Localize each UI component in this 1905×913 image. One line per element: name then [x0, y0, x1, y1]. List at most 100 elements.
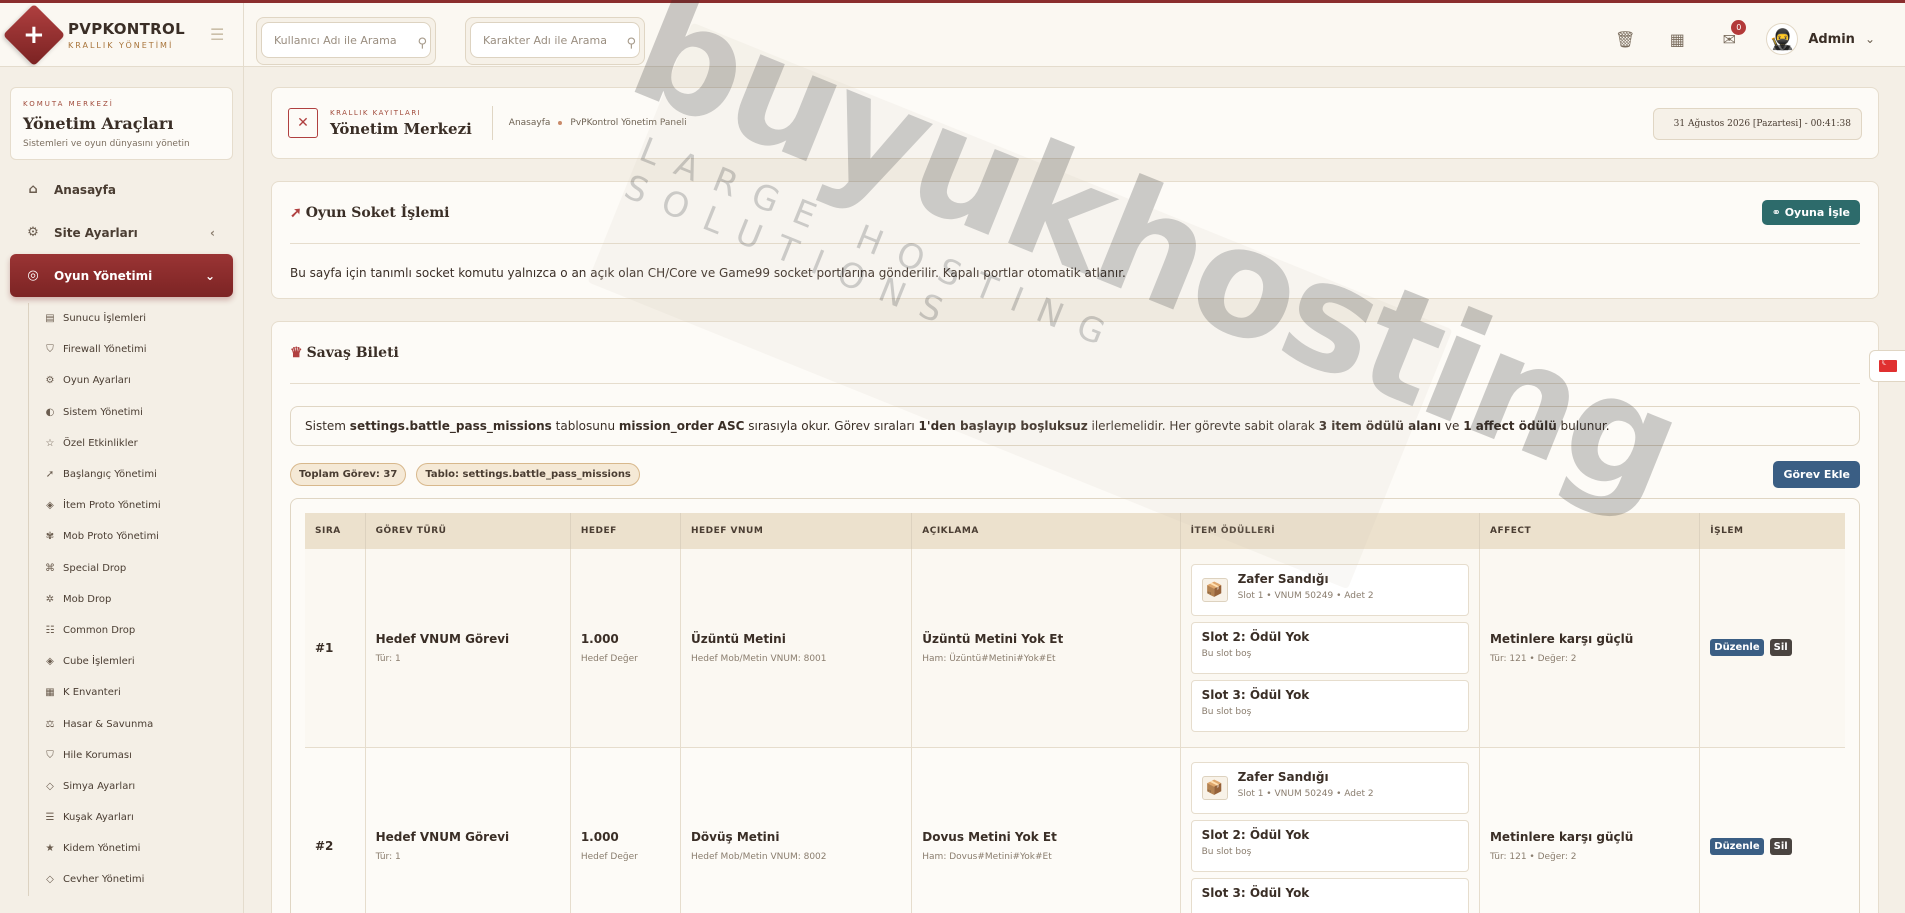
- submenu-item[interactable]: ◈ Cube İşlemleri: [29, 646, 243, 677]
- delete-button[interactable]: Sil: [1769, 639, 1792, 657]
- calendar-icon[interactable]: ▦: [1662, 26, 1692, 52]
- mission-type: Hedef VNUM Görevi: [375, 631, 510, 646]
- server-icon: ▤: [45, 313, 55, 325]
- reward-slot-3: Slot 3: Ödül Yok Bu slot boş: [1190, 679, 1469, 732]
- cogs-icon: ⚙: [45, 375, 55, 387]
- mission-affect: Metinlere karşı güçlü: [1489, 830, 1634, 844]
- breadcrumb-separator: [558, 121, 563, 125]
- avatar[interactable]: 🥷: [1766, 23, 1799, 55]
- rocket-icon: ➚: [45, 469, 55, 481]
- submenu-item[interactable]: ⚙ Oyun Ayarları: [29, 365, 243, 396]
- trophy-icon: ♛: [290, 344, 303, 361]
- submenu-item[interactable]: ◐ Sistem Yönetimi: [29, 397, 243, 428]
- main-content: ✕ KRALLIK KAYITLARI Yönetim Merkezi Anas…: [245, 67, 1905, 913]
- reward-slot-1: 📦 Zafer Sandığı Slot 1 • VNUM 50249 • Adet…: [1190, 563, 1469, 616]
- gem-icon: ◇: [46, 780, 54, 792]
- page-header: ✕ KRALLIK KAYITLARI Yönetim Merkezi Anas…: [271, 87, 1879, 159]
- submenu-item[interactable]: ◇ Cevher Yönetimi: [29, 864, 243, 895]
- breadcrumb-current: PvPKontrol Yönetim Paneli: [570, 118, 687, 128]
- sidebar-card: KOMUTA MERKEZİ Yönetim Araçları Sistemle…: [10, 87, 233, 160]
- search-icon[interactable]: ⚲: [626, 36, 636, 51]
- edit-button[interactable]: Düzenle: [1710, 837, 1764, 855]
- reward-slot-3: Slot 3: Ödül Yok: [1190, 878, 1469, 913]
- total-missions-pill: Toplam Görev: 37: [290, 462, 407, 486]
- submenu-item[interactable]: ⌘ Special Drop: [29, 553, 243, 584]
- toggle-icon: ◐: [45, 406, 55, 418]
- sidebar-nav: ⌂ Anasayfa ⚙ Site Ayarları ‹ ◎ Oyun Yöne…: [0, 168, 243, 896]
- missions-table-wrap: SIRA GÖREV TÜRÜ HEDEF HEDEF VNUM AÇIKLAM…: [290, 498, 1860, 913]
- sidebar-item-label: Anasayfa: [54, 182, 116, 197]
- mission-description: Dovus Metini Yok Et: [922, 830, 1057, 844]
- sidebar-item-home[interactable]: ⌂ Anasayfa: [10, 168, 233, 211]
- gem-icon: ◇: [46, 874, 54, 886]
- mission-target: 1.000: [580, 631, 619, 646]
- submenu-item[interactable]: ◇ Simya Ayarları: [29, 771, 243, 802]
- sidebar-card-kicker: KOMUTA MERKEZİ: [23, 100, 114, 108]
- notification-badge: 0: [1731, 20, 1747, 35]
- column-header: HEDEF VNUM: [680, 513, 913, 549]
- user-name[interactable]: Admin: [1808, 32, 1855, 47]
- mission-type: Hedef VNUM Görevi: [375, 830, 510, 844]
- cube-icon: ◈: [46, 656, 54, 668]
- user-search-input[interactable]: Kullanıcı Adı ile Arama: [261, 22, 431, 58]
- mail-icon[interactable]: ✉ 0: [1714, 20, 1747, 52]
- brand[interactable]: + PVPKONTROL KRALLIK YÖNETİMİ ☰: [0, 3, 244, 67]
- submenu-item[interactable]: ◈ İtem Proto Yönetimi: [29, 490, 243, 521]
- submenu-item[interactable]: ⛉ Firewall Yönetimi: [29, 334, 243, 365]
- language-flag-icon[interactable]: [1869, 350, 1905, 382]
- submenu-item[interactable]: ★ Kidem Yönetimi: [29, 833, 243, 864]
- column-header: HEDEF: [570, 513, 681, 549]
- chest-icon: 📦: [1201, 577, 1228, 602]
- submenu-item[interactable]: ☆ Özel Etkinlikler: [29, 428, 243, 459]
- submenu-item[interactable]: ⚖ Hasar & Savunma: [29, 708, 243, 739]
- submenu-item[interactable]: ➚ Başlangıç Yönetimi: [29, 459, 243, 490]
- table-row: #2 Hedef VNUM Görevi Tür: 1 1.000 Hedef De…: [305, 747, 1845, 913]
- submenu-item[interactable]: ▦ K Envanteri: [29, 677, 243, 708]
- battle-pass-info: Sistem settings.battle_pass_missions tab…: [290, 406, 1860, 446]
- breadcrumb-home[interactable]: Anasayfa: [509, 118, 551, 128]
- socket-panel: ➚ Oyun Soket İşlemi ⚭ Oyuna İşle Bu sayfa…: [271, 181, 1879, 299]
- paw-icon: ✾: [45, 531, 55, 543]
- list-icon: ☷: [45, 624, 55, 636]
- column-header: İTEM ÖDÜLLERİ: [1180, 513, 1480, 549]
- submenu-item[interactable]: ☰ Kuşak Ayarları: [29, 802, 243, 833]
- column-header: SIRA: [305, 513, 366, 549]
- character-search: Karakter Adı ile Arama ⚲: [465, 17, 645, 65]
- table-header: SIRA GÖREV TÜRÜ HEDEF HEDEF VNUM AÇIKLAM…: [305, 513, 1845, 549]
- sidebar: KOMUTA MERKEZİ Yönetim Araçları Sistemle…: [0, 67, 244, 913]
- submenu-item[interactable]: ⛉ Hile Koruması: [29, 740, 243, 771]
- battle-pass-title: ♛ Savaş Bileti: [290, 344, 399, 361]
- process-to-game-button[interactable]: ⚭ Oyuna İşle: [1761, 200, 1860, 225]
- search-icon[interactable]: ⚲: [417, 36, 427, 51]
- column-header: AFFECT: [1479, 513, 1701, 549]
- sidebar-card-desc: Sistemleri ve oyun dünyasını yönetin: [23, 139, 190, 149]
- battle-pass-panel: ♛ Savaş Bileti Sistem settings.battle_pas…: [271, 321, 1879, 913]
- gear-icon: ⚙: [27, 225, 39, 240]
- column-header: GÖREV TÜRÜ: [365, 513, 571, 549]
- submenu-item[interactable]: ▤ Sunucu İşlemleri: [29, 303, 243, 334]
- close-icon[interactable]: ✕: [288, 108, 318, 138]
- page-title: Yönetim Merkezi: [330, 119, 472, 138]
- reward-slot-2: Slot 2: Ödül Yok Bu slot boş: [1190, 621, 1469, 674]
- sidebar-item-site-settings[interactable]: ⚙ Site Ayarları ‹: [10, 211, 233, 254]
- character-search-input[interactable]: Karakter Adı ile Arama: [470, 22, 640, 58]
- reward-slot-1: 📦 Zafer Sandığı Slot 1 • VNUM 50249 • Adet…: [1190, 762, 1469, 814]
- submenu-item[interactable]: ✾ Mob Proto Yönetimi: [29, 521, 243, 552]
- scale-icon: ⚖: [45, 718, 55, 730]
- datetime-display: 31 Ağustos 2026 [Pazartesi] - 00:41:38: [1652, 108, 1862, 140]
- edit-button[interactable]: Düzenle: [1710, 639, 1764, 657]
- chest-icon: 📦: [1201, 776, 1228, 800]
- socket-panel-text: Bu sayfa için tanımlı socket komutu yaln…: [290, 266, 1126, 280]
- chevron-down-icon: ⌄: [204, 268, 215, 283]
- trash-icon[interactable]: 🗑: [1610, 26, 1640, 52]
- game-management-submenu: ▤ Sunucu İşlemleri ⛉ Firewall Yönetimi ⚙ Oy…: [28, 303, 243, 896]
- add-mission-button[interactable]: Görev Ekle: [1773, 460, 1860, 488]
- menu-toggle-icon[interactable]: ☰: [210, 27, 226, 43]
- mission-description: Üzüntü Metini Yok Et: [922, 631, 1064, 646]
- submenu-item[interactable]: ✲ Mob Drop: [29, 584, 243, 615]
- submenu-item[interactable]: ☷ Common Drop: [29, 615, 243, 646]
- sidebar-item-game-management[interactable]: ◎ Oyun Yönetimi ⌄: [10, 254, 233, 297]
- chevron-down-icon[interactable]: ⌄: [1865, 32, 1875, 46]
- mission-rank: #1: [315, 640, 334, 655]
- delete-button[interactable]: Sil: [1769, 837, 1792, 855]
